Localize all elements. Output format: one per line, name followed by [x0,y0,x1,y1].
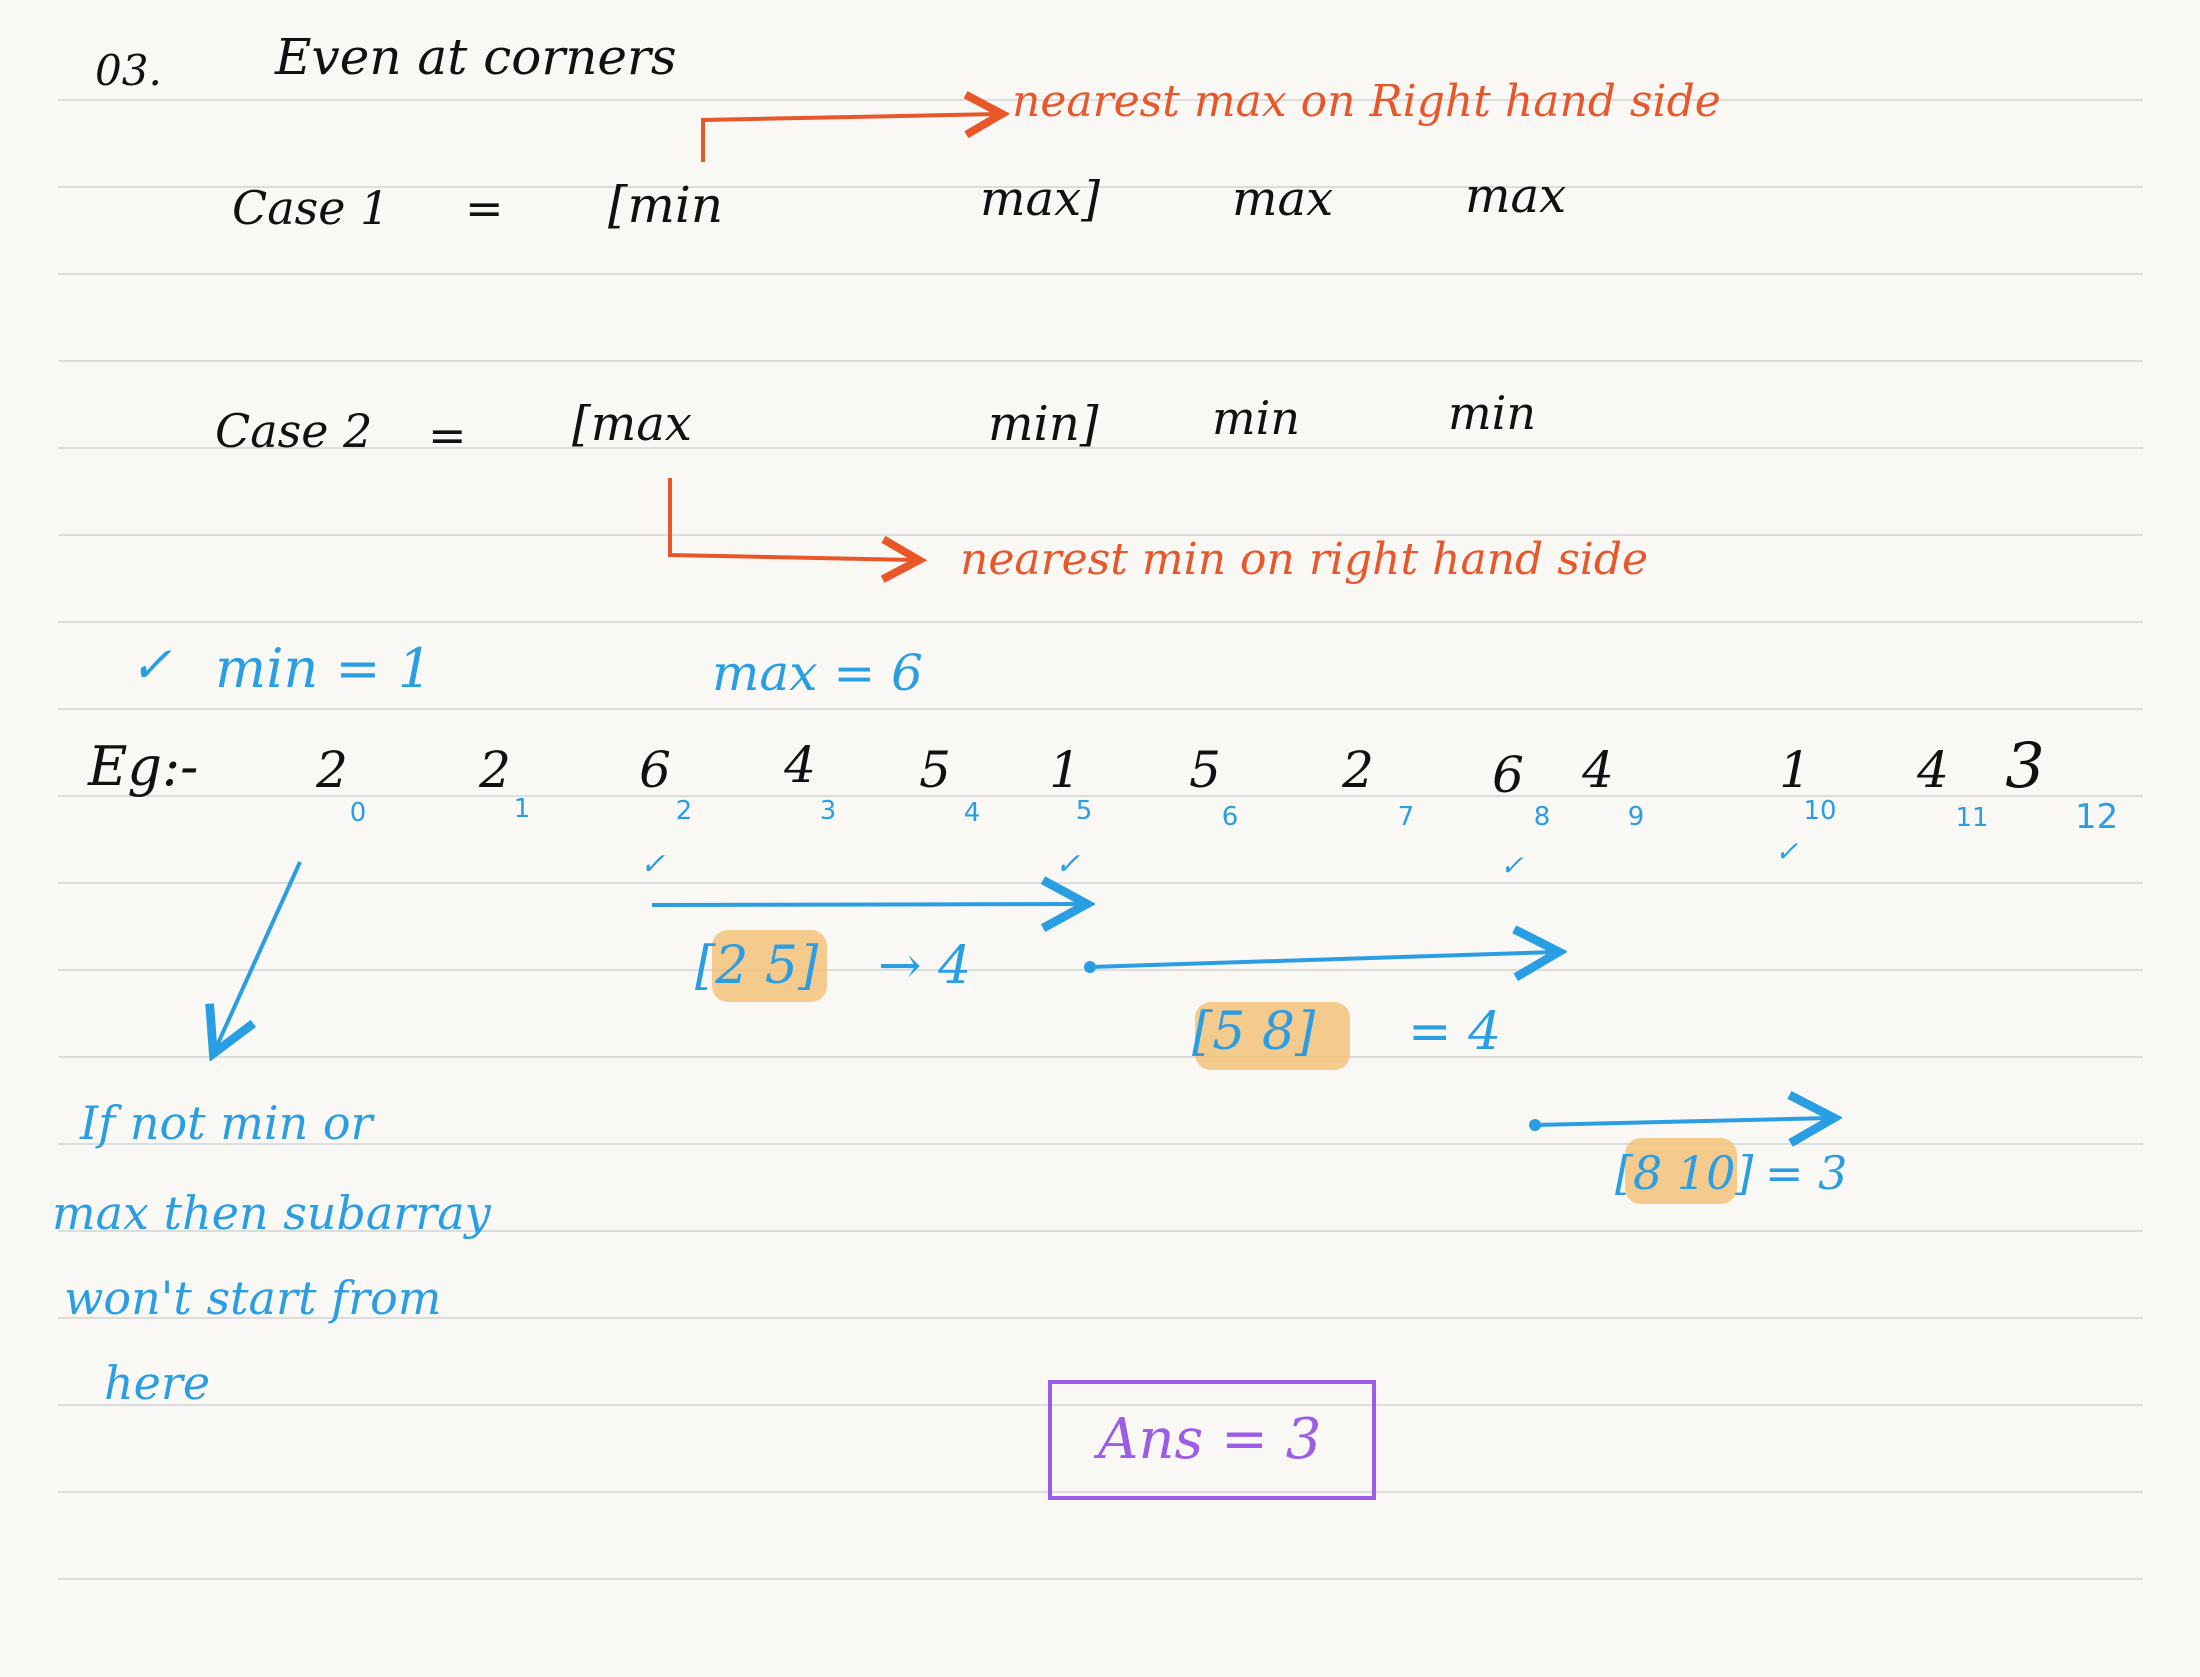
case2-arrow [668,478,915,560]
range-arrow-3 [1534,1118,1830,1125]
range-arrow-1 [651,904,1083,905]
case1-arrow [701,114,998,162]
down-arrow [215,861,302,1050]
note-page: 03. Even at corners Case 1 = [min max] m… [0,0,2200,1677]
side-note-underline [630,1230,660,1260]
range-arrow-2 [1089,952,1555,967]
arrow-layer [0,0,2200,1677]
